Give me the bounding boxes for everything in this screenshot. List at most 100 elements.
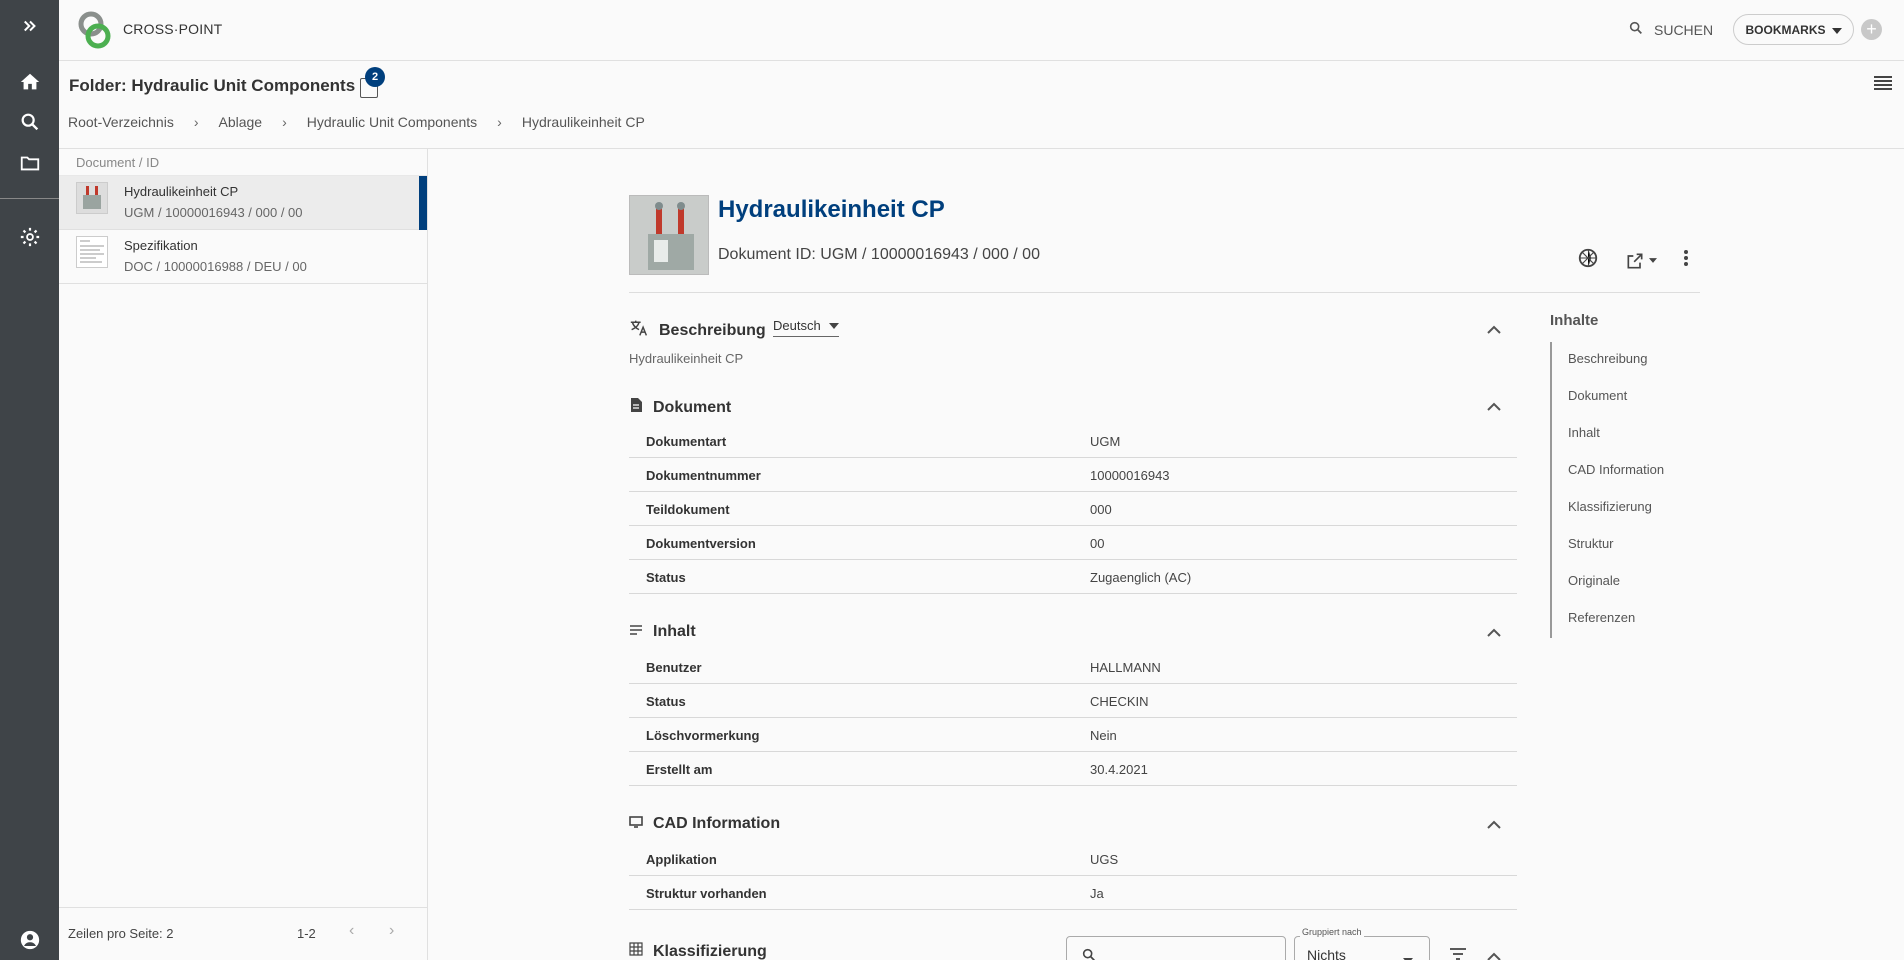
document-thumbnail <box>629 195 709 275</box>
document-title: Hydraulikeinheit CP <box>718 196 945 223</box>
property-key: Teildokument <box>646 502 730 517</box>
viewer-icon[interactable] <box>1577 247 1599 274</box>
section-dokument-header[interactable]: Dokument <box>629 397 731 418</box>
rows-per-page[interactable]: Zeilen pro Seite: 2 <box>68 926 174 941</box>
toc-item-inhalt[interactable]: Inhalt <box>1552 416 1664 453</box>
search-label: SUCHEN <box>1654 21 1714 38</box>
chevron-left-icon[interactable]: ‹ <box>349 922 354 940</box>
table-row: Status CHECKIN <box>629 684 1517 718</box>
toc-item-cad-information[interactable]: CAD Information <box>1552 453 1664 490</box>
document-icon <box>629 397 643 418</box>
chevron-up-icon[interactable] <box>1487 398 1501 416</box>
language-value: Deutsch <box>773 318 821 333</box>
section-cad-header[interactable]: CAD Information <box>629 815 780 833</box>
chevron-up-icon[interactable] <box>1487 948 1501 960</box>
settings-icon[interactable] <box>0 225 59 249</box>
divider <box>629 292 1700 293</box>
caret-down-icon <box>828 322 839 329</box>
folder-icon[interactable] <box>0 151 59 175</box>
group-by-label: Gruppiert nach <box>1300 927 1364 937</box>
language-select[interactable]: Deutsch <box>773 318 839 337</box>
toc-item-originale[interactable]: Originale <box>1552 564 1664 601</box>
chevron-right-icon[interactable]: › <box>389 922 394 940</box>
breadcrumb-item[interactable]: Root-Verzeichnis <box>68 114 174 130</box>
folder-title: Folder: Hydraulic Unit Components <box>69 76 356 95</box>
toc-item-struktur[interactable]: Struktur <box>1552 527 1664 564</box>
more-vert-icon[interactable] <box>1683 249 1689 272</box>
filter-icon[interactable] <box>1449 947 1467 960</box>
page-range: 1-2 <box>297 926 316 941</box>
property-key: Status <box>646 694 686 709</box>
document-count-badge: 2 <box>365 67 385 87</box>
section-title: Dokument <box>653 398 732 416</box>
toc-item-beschreibung[interactable]: Beschreibung <box>1552 342 1664 379</box>
list-item[interactable]: Spezifikation DOC / 10000016988 / DEU / … <box>59 230 427 284</box>
brand-name: CROSS·POINT <box>123 21 223 37</box>
bookmarks-label: BOOKMARKS <box>1745 22 1826 37</box>
chevron-up-icon[interactable] <box>1487 816 1501 834</box>
property-key: Löschvormerkung <box>646 728 760 743</box>
document-list-panel: Document / ID Hydraulikeinheit CP UGM / … <box>59 149 428 960</box>
breadcrumb-item[interactable]: Hydraulic Unit Components <box>307 114 477 130</box>
header-search-button[interactable]: SUCHEN <box>1628 20 1713 39</box>
chevron-right-icon: › <box>193 114 199 130</box>
section-title: Inhalt <box>653 623 696 640</box>
search-icon <box>1628 20 1644 39</box>
property-value: HALLMANN <box>1090 660 1161 675</box>
add-icon[interactable]: + <box>1861 19 1882 40</box>
caret-down-icon <box>1831 23 1842 37</box>
description-text: Hydraulikeinheit CP <box>629 351 744 366</box>
property-value: 30.4.2021 <box>1090 762 1148 777</box>
section-beschreibung-header[interactable]: Beschreibung <box>629 319 766 342</box>
group-by-value: Nichts <box>1307 947 1346 960</box>
folder-bar: Folder: Hydraulic Unit Components 2 Root… <box>59 61 1904 149</box>
list-item[interactable]: Hydraulikeinheit CP UGM / 10000016943 / … <box>59 176 427 230</box>
property-value: CHECKIN <box>1090 694 1149 709</box>
classification-search-input[interactable] <box>1066 936 1286 960</box>
chevron-up-icon[interactable] <box>1487 321 1501 339</box>
table-row: Benutzer HALLMANN <box>629 650 1517 684</box>
property-value: 000 <box>1090 502 1112 517</box>
list-menu-icon[interactable] <box>1874 75 1892 96</box>
section-title: Beschreibung <box>659 321 766 339</box>
table-row: Dokumentversion 00 <box>629 526 1517 560</box>
table-row: Dokumentart UGM <box>629 424 1517 458</box>
toc-item-klassifizierung[interactable]: Klassifizierung <box>1552 490 1664 527</box>
grid-icon <box>629 942 643 960</box>
brand-logo[interactable] <box>77 10 113 50</box>
expand-icon[interactable] <box>0 14 59 38</box>
document-detail: Hydraulikeinheit CP Dokument ID: UGM / 1… <box>429 150 1904 960</box>
breadcrumb-item[interactable]: Ablage <box>219 114 263 130</box>
section-inhalt-header[interactable]: Inhalt <box>629 623 696 641</box>
document-actions <box>1577 247 1689 274</box>
breadcrumb-item-current: Hydraulikeinheit CP <box>521 114 645 130</box>
monitor-icon <box>629 815 643 833</box>
dokument-properties: Dokumentart UGM Dokumentnummer 10000016943… <box>629 424 1517 594</box>
toc-list: Beschreibung Dokument Inhalt CAD Informa… <box>1550 342 1664 638</box>
property-value: 10000016943 <box>1090 468 1170 483</box>
toc-item-referenzen[interactable]: Referenzen <box>1552 601 1664 638</box>
property-value: Nein <box>1090 728 1117 743</box>
section-klassifizierung-header[interactable]: Klassifizierung <box>629 942 767 960</box>
table-row: Erstellt am 30.4.2021 <box>629 752 1517 786</box>
section-title: CAD Information <box>653 815 781 832</box>
item-thumbnail <box>76 236 108 268</box>
breadcrumb: Root-Verzeichnis › Ablage › Hydraulic Un… <box>68 114 645 130</box>
toc-title: Inhalte <box>1550 312 1599 329</box>
home-icon[interactable] <box>0 70 59 94</box>
property-key: Applikation <box>646 852 717 867</box>
search-icon <box>1082 948 1095 960</box>
chevron-right-icon: › <box>497 114 502 130</box>
open-external-icon[interactable] <box>1625 251 1657 271</box>
account-icon[interactable] <box>0 928 59 952</box>
inhalt-properties: Benutzer HALLMANN Status CHECKIN Löschvorm… <box>629 650 1517 786</box>
list-column-header[interactable]: Document / ID <box>59 149 427 176</box>
toc-item-dokument[interactable]: Dokument <box>1552 379 1664 416</box>
item-name: Hydraulikeinheit CP <box>124 184 239 199</box>
table-row: Applikation UGS <box>629 842 1517 876</box>
chevron-up-icon[interactable] <box>1487 624 1501 642</box>
bookmarks-button[interactable]: BOOKMARKS <box>1733 14 1854 45</box>
translate-icon <box>629 319 649 342</box>
item-name: Spezifikation <box>124 238 198 253</box>
search-icon[interactable] <box>0 110 59 134</box>
